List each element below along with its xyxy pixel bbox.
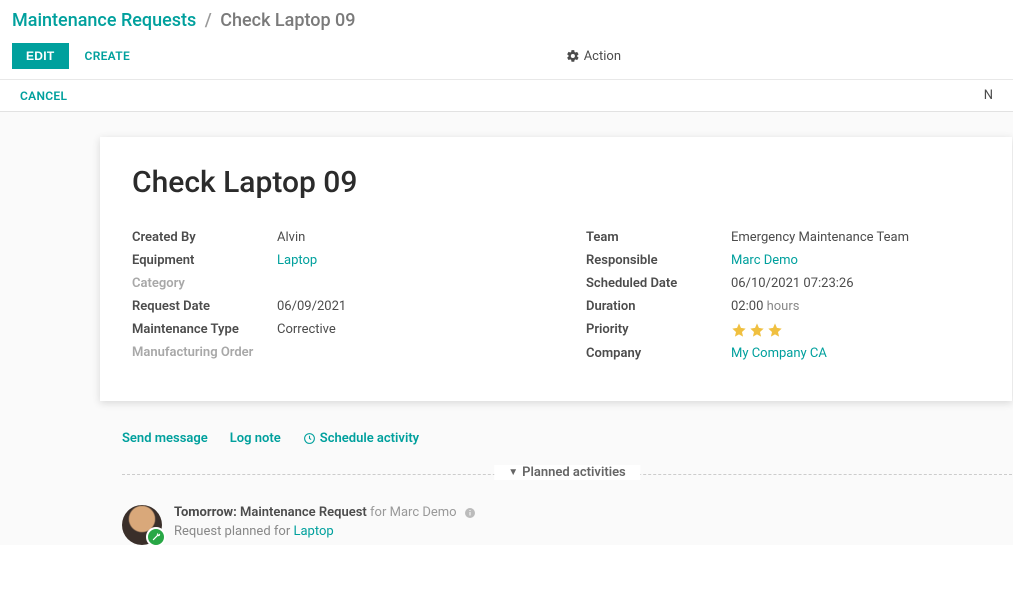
clock-icon [303,432,316,445]
activity-line1: Tomorrow: Maintenance Request for Marc D… [174,505,476,520]
send-message-button[interactable]: Send message [122,431,208,446]
cancel-button[interactable]: CANCEL [20,89,67,103]
label-priority: Priority [586,322,731,338]
label-scheduled-date: Scheduled Date [586,276,731,291]
action-dropdown[interactable]: Action [566,49,621,64]
avatar[interactable] [122,505,162,545]
caret-down-icon: ▼ [508,467,518,478]
label-responsible: Responsible [586,253,731,268]
value-company[interactable]: My Company CA [731,346,827,361]
label-created-by: Created By [132,230,277,245]
breadcrumb-sep: / [205,10,212,31]
activity-line2: Request planned for Laptop [174,524,476,539]
label-team: Team [586,230,731,245]
label-category: Category [132,276,277,291]
star-icon[interactable] [731,322,747,338]
label-equipment: Equipment [132,253,277,268]
info-icon[interactable] [464,507,476,519]
value-duration: 02:00 hours [731,299,980,314]
label-request-date: Request Date [132,299,277,314]
value-request-date: 06/09/2021 [277,299,526,314]
value-scheduled-date: 06/10/2021 07:23:26 [731,276,980,291]
breadcrumb-root[interactable]: Maintenance Requests [12,10,196,31]
action-label: Action [584,49,621,64]
value-team: Emergency Maintenance Team [731,230,980,245]
statusbar-stage[interactable]: N [978,88,993,103]
value-responsible[interactable]: Marc Demo [731,253,798,268]
page-title: Check Laptop 09 [132,165,980,200]
label-duration: Duration [586,299,731,314]
edit-button[interactable]: EDIT [12,43,69,69]
schedule-activity-button[interactable]: Schedule activity [303,431,419,446]
form-sheet: Check Laptop 09 Created ByAlvin Equipmen… [100,137,1012,401]
wrench-icon [151,532,161,542]
label-company: Company [586,346,731,361]
breadcrumb-current: Check Laptop 09 [220,10,355,31]
activity-summary-link[interactable]: Laptop [293,524,333,539]
activity-item: Tomorrow: Maintenance Request for Marc D… [122,505,1012,545]
gear-icon [566,49,580,63]
label-maintenance-type: Maintenance Type [132,322,277,337]
value-created-by: Alvin [277,230,526,245]
activity-type-badge [146,527,166,547]
value-category [277,276,526,291]
value-equipment[interactable]: Laptop [277,253,317,268]
star-icon[interactable] [767,322,783,338]
label-manufacturing-order: Manufacturing Order [132,345,277,360]
breadcrumb: Maintenance Requests / Check Laptop 09 [12,10,1001,31]
log-note-button[interactable]: Log note [230,431,281,446]
planned-activities-separator: ▼ Planned activities [122,474,1012,475]
value-priority[interactable] [731,322,980,338]
star-icon[interactable] [749,322,765,338]
value-manufacturing-order [277,345,526,360]
planned-activities-toggle[interactable]: ▼ Planned activities [494,465,640,480]
value-maintenance-type: Corrective [277,322,526,337]
create-button[interactable]: CREATE [85,49,130,63]
